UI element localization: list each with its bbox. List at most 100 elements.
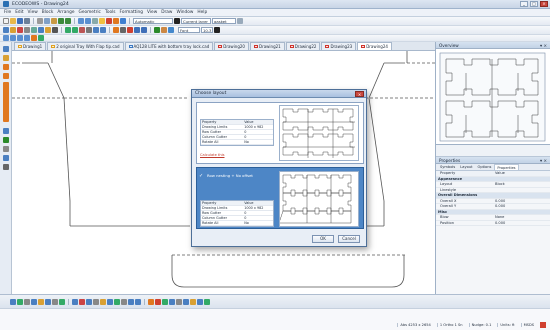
bottom-tool-icon[interactable] — [204, 298, 210, 305]
bottom-tool-icon[interactable] — [24, 298, 30, 305]
mirror-icon[interactable] — [93, 27, 99, 33]
fillet-icon[interactable] — [113, 27, 119, 33]
ungroup-icon[interactable] — [141, 27, 147, 33]
tab-original-tray[interactable]: 2 original Tray With Flap tip.cad — [47, 42, 124, 50]
zoom-out-icon[interactable] — [85, 18, 91, 24]
print-icon[interactable] — [24, 18, 30, 24]
pencil-icon[interactable] — [10, 27, 16, 33]
bezier-icon[interactable] — [52, 27, 58, 33]
bottom-tool-icon[interactable] — [10, 298, 16, 305]
property-value[interactable] — [493, 188, 550, 193]
status-units[interactable]: Units: ft — [497, 323, 516, 327]
menu-draw[interactable]: Draw — [161, 10, 172, 15]
color-orange-icon[interactable] — [113, 18, 119, 24]
calculate-link[interactable]: Calculate this — [200, 153, 224, 157]
bottom-tool-icon[interactable] — [114, 298, 120, 305]
width-select[interactable]: gasket — [212, 18, 236, 24]
menu-block[interactable]: Block — [42, 10, 54, 15]
menu-arrange[interactable]: Arrange — [57, 10, 74, 15]
trim-icon[interactable] — [79, 27, 85, 33]
copy-icon[interactable] — [44, 18, 50, 24]
menu-window[interactable]: Window — [176, 10, 193, 15]
blue-tool-icon[interactable] — [3, 155, 9, 161]
color-red-icon[interactable] — [106, 18, 112, 24]
menu-geometric[interactable]: Geometric — [78, 10, 100, 15]
minimize-button[interactable]: _ — [520, 1, 528, 7]
maximize-button[interactable]: □ — [530, 1, 538, 7]
bottom-tool-icon[interactable] — [93, 298, 99, 305]
pan-icon[interactable] — [92, 18, 98, 24]
color-blue-icon[interactable] — [120, 18, 126, 24]
grid-icon[interactable] — [168, 27, 174, 33]
arc-icon[interactable] — [24, 27, 30, 33]
undo-icon[interactable] — [58, 18, 64, 24]
style-select[interactable]: Font — [178, 27, 200, 33]
bottom-tool-icon[interactable] — [148, 298, 154, 305]
rectangle-icon[interactable] — [38, 27, 44, 33]
text-tool-icon[interactable] — [3, 146, 9, 152]
rotate-icon[interactable] — [100, 27, 106, 33]
snap-grid-icon[interactable] — [31, 35, 37, 41]
dialog-close-button[interactable]: × — [355, 91, 364, 97]
polygon-icon[interactable] — [45, 27, 51, 33]
line-color-icon[interactable] — [174, 18, 180, 24]
menu-edit[interactable]: Edit — [15, 10, 23, 15]
bold-icon[interactable] — [214, 27, 220, 33]
bottom-tool-icon[interactable] — [107, 298, 113, 305]
layer-select[interactable]: Current layer — [181, 18, 211, 24]
pointer-tool-icon[interactable] — [3, 46, 9, 52]
bottom-tool-icon[interactable] — [155, 298, 161, 305]
bottom-tool-icon[interactable] — [183, 298, 189, 305]
circle-icon[interactable] — [31, 27, 37, 33]
offset-icon[interactable] — [86, 27, 92, 33]
bottom-tool-icon[interactable] — [31, 298, 37, 305]
properties-close-icon[interactable]: ▾ × — [540, 157, 547, 163]
arc-tool-icon[interactable] — [3, 73, 9, 79]
bottom-tool-icon[interactable] — [59, 298, 65, 305]
angle-icon[interactable] — [72, 27, 78, 33]
orange-tool-strip-icon[interactable] — [3, 82, 9, 122]
bottom-tool-icon[interactable] — [79, 298, 85, 305]
open-folder-icon[interactable] — [10, 18, 16, 24]
overview-preview[interactable] — [436, 49, 550, 145]
bottom-tool-icon[interactable] — [100, 298, 106, 305]
snap-intersection-icon[interactable] — [24, 35, 30, 41]
measure-tool-icon[interactable] — [3, 128, 9, 134]
tab-drawing1[interactable]: Drawing1 — [14, 42, 47, 50]
status-snap[interactable]: 1 Ortho 1 Sn — [436, 323, 465, 327]
tab-drawing21[interactable]: Drawing21 — [249, 42, 285, 50]
layout-icon[interactable] — [154, 27, 160, 33]
menu-tools[interactable]: Tools — [105, 10, 116, 15]
tab-options[interactable]: Options — [475, 164, 493, 170]
ortho-icon[interactable] — [38, 35, 44, 41]
dimension-icon[interactable] — [65, 27, 71, 33]
bottom-tool-icon[interactable] — [17, 298, 23, 305]
property-value[interactable]: 0.000 — [493, 221, 550, 226]
menu-view[interactable]: View — [28, 10, 38, 15]
bottom-tool-icon[interactable] — [38, 298, 44, 305]
snap-endpoint-icon[interactable] — [3, 35, 9, 41]
status-nudge[interactable]: Nudge: 0.1 — [468, 323, 494, 327]
status-flag-icon[interactable] — [540, 322, 546, 328]
menu-help[interactable]: Help — [197, 10, 207, 15]
menu-file[interactable]: File — [4, 10, 11, 15]
pin-icon[interactable]: ▾ × — [540, 42, 547, 48]
bottom-tool-icon[interactable] — [45, 298, 51, 305]
layout-option-2-selected[interactable]: ✓ Row nesting + No offset Property Value … — [196, 167, 364, 229]
shape-tool-icon[interactable] — [3, 64, 9, 70]
snap-midpoint-icon[interactable] — [10, 35, 16, 41]
bottom-tool-icon[interactable] — [72, 298, 78, 305]
zoom-in-icon[interactable] — [78, 18, 84, 24]
tab-drawing20[interactable]: Drawing20 — [214, 42, 249, 50]
chamfer-icon[interactable] — [120, 27, 126, 33]
bottom-tool-icon[interactable] — [86, 298, 92, 305]
layer-tool-icon[interactable] — [3, 164, 9, 170]
paste-icon[interactable] — [51, 18, 57, 24]
tab-drawing22[interactable]: Drawing22 — [285, 42, 321, 50]
status-zoom[interactable]: MSDS — [520, 323, 536, 327]
tab-properties[interactable]: Properties — [494, 164, 519, 170]
bottom-tool-icon[interactable] — [135, 298, 141, 305]
select-icon[interactable] — [3, 27, 9, 33]
draw-tool-icon[interactable] — [3, 55, 9, 61]
properties-icon[interactable] — [237, 18, 243, 24]
